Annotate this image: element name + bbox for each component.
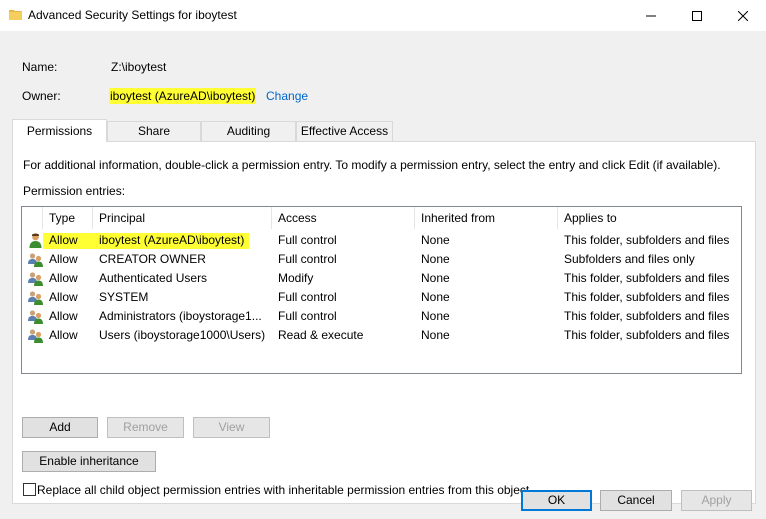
- group-icon: [27, 327, 44, 344]
- group-icon: [27, 308, 44, 325]
- list-header: Type Principal Access Inherited from App…: [22, 207, 741, 229]
- table-row[interactable]: Allow SYSTEM Full control None This folder, …: [22, 288, 741, 307]
- cell-principal: Users (iboystorage1000\Users): [99, 328, 266, 342]
- cell-principal: Authenticated Users: [99, 271, 208, 285]
- column-header-icon[interactable]: [22, 207, 43, 229]
- cell-inherited-from: None: [421, 309, 450, 323]
- permissions-panel: For additional information, double-click…: [12, 141, 756, 504]
- cell-applies-to: This folder, subfolders and files: [564, 233, 730, 247]
- cell-inherited-from: None: [421, 290, 450, 304]
- group-icon: [27, 289, 44, 306]
- tab-permissions[interactable]: Permissions: [12, 119, 107, 142]
- table-row[interactable]: Allow Administrators (iboystorage1... Full…: [22, 307, 741, 326]
- cell-inherited-from: None: [421, 252, 450, 266]
- tab-effective-access[interactable]: Effective Access: [296, 121, 393, 141]
- owner-value: iboytest (AzureAD\iboytest): [109, 88, 257, 104]
- table-row[interactable]: Allow CREATOR OWNER Full control None Subfol…: [22, 250, 741, 269]
- cell-access: Full control: [278, 290, 337, 304]
- table-row[interactable]: Allow Users (iboystorage1000\Users) Read &…: [22, 326, 741, 345]
- title-bar: Advanced Security Settings for iboytest: [0, 0, 766, 31]
- window-title: Advanced Security Settings for iboytest: [28, 8, 237, 22]
- owner-label: Owner:: [22, 89, 61, 103]
- cell-principal: Administrators (iboystorage1...: [99, 309, 262, 323]
- cell-applies-to: This folder, subfolders and files: [564, 271, 730, 285]
- cancel-button[interactable]: Cancel: [600, 490, 672, 511]
- ok-button[interactable]: OK: [521, 490, 592, 511]
- tab-auditing[interactable]: Auditing: [201, 121, 296, 141]
- column-header-access[interactable]: Access: [272, 207, 415, 229]
- info-text: For additional information, double-click…: [23, 158, 721, 172]
- cell-inherited-from: None: [421, 328, 450, 342]
- permission-entries-label: Permission entries:: [23, 184, 126, 198]
- dialog-body: Name: Z:\iboytest Owner: iboytest (Azure…: [1, 31, 765, 518]
- maximize-button[interactable]: [674, 0, 720, 31]
- cell-principal: iboytest (AzureAD\iboytest): [99, 233, 245, 247]
- apply-button[interactable]: Apply: [681, 490, 752, 511]
- cell-type: Allow: [49, 271, 78, 285]
- minimize-icon: [646, 15, 656, 16]
- enable-inheritance-button[interactable]: Enable inheritance: [22, 451, 156, 472]
- replace-child-permissions-checkbox[interactable]: [23, 483, 36, 496]
- cell-type: Allow: [49, 309, 78, 323]
- cell-type: Allow: [49, 328, 78, 342]
- column-header-applies-to[interactable]: Applies to: [558, 207, 742, 229]
- replace-child-permissions-label: Replace all child object permission entr…: [37, 483, 530, 497]
- column-header-principal[interactable]: Principal: [93, 207, 272, 229]
- cell-inherited-from: None: [421, 271, 450, 285]
- close-button[interactable]: [720, 0, 766, 31]
- add-button[interactable]: Add: [22, 417, 98, 438]
- permission-entries-list[interactable]: Type Principal Access Inherited from App…: [21, 206, 742, 374]
- view-button[interactable]: View: [193, 417, 270, 438]
- cell-access: Modify: [278, 271, 314, 285]
- cell-applies-to: This folder, subfolders and files: [564, 309, 730, 323]
- change-owner-link[interactable]: Change: [266, 89, 308, 103]
- group-icon: [27, 270, 44, 287]
- cell-access: Full control: [278, 233, 337, 247]
- name-label: Name:: [22, 60, 58, 74]
- cell-inherited-from: None: [421, 233, 450, 247]
- column-header-type[interactable]: Type: [43, 207, 93, 229]
- user-icon: [27, 232, 44, 249]
- cell-type: Allow: [49, 290, 78, 304]
- close-icon: [738, 10, 748, 21]
- cell-type: Allow: [49, 233, 78, 247]
- cell-principal: CREATOR OWNER: [99, 252, 206, 266]
- folder-icon: [9, 10, 22, 20]
- group-icon: [27, 251, 44, 268]
- remove-button[interactable]: Remove: [107, 417, 184, 438]
- cell-applies-to: This folder, subfolders and files: [564, 290, 730, 304]
- column-header-inherited-from[interactable]: Inherited from: [415, 207, 558, 229]
- table-row[interactable]: Allow Authenticated Users Modify None This f…: [22, 269, 741, 288]
- minimize-button[interactable]: [628, 0, 674, 31]
- tab-share[interactable]: Share: [107, 121, 201, 141]
- cell-access: Full control: [278, 309, 337, 323]
- cell-type: Allow: [49, 252, 78, 266]
- maximize-icon: [692, 10, 702, 21]
- cell-applies-to: Subfolders and files only: [564, 252, 695, 266]
- cell-principal: SYSTEM: [99, 290, 149, 304]
- name-value: Z:\iboytest: [111, 60, 167, 74]
- cell-access: Read & execute: [278, 328, 364, 342]
- table-row[interactable]: Allow iboytest (AzureAD\iboytest) Full con…: [22, 231, 741, 250]
- cell-applies-to: This folder, subfolders and files: [564, 328, 730, 342]
- cell-access: Full control: [278, 252, 337, 266]
